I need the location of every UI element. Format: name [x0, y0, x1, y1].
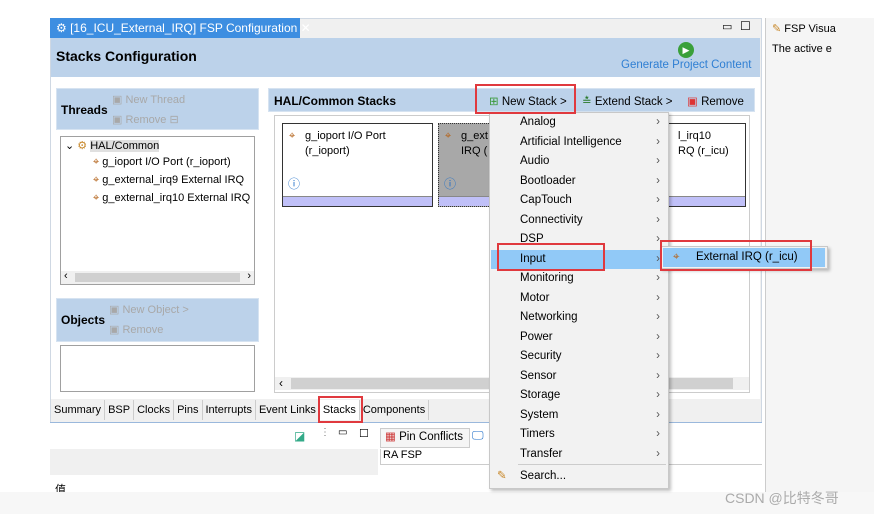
minimize-icon[interactable]: ▭: [722, 20, 732, 33]
tab-interrupts[interactable]: Interrupts: [202, 400, 256, 420]
new-stack-menu: Analog › Artificial Intelligence › Audio › Boo…: [489, 112, 669, 489]
chevron-down-icon: ⌄: [65, 140, 75, 152]
chevron-right-icon: ›: [656, 428, 660, 440]
chevron-right-icon: ›: [656, 272, 660, 284]
chevron-right-icon: ›: [656, 135, 660, 148]
annotation-new-stack: [475, 84, 576, 114]
tab-clocks[interactable]: Clocks: [134, 400, 175, 420]
menu-item-analog[interactable]: Analog ›: [491, 113, 668, 133]
tab-summary[interactable]: Summary: [51, 400, 106, 420]
annotation-input: [497, 243, 605, 271]
menu-item-security[interactable]: Security ›: [491, 347, 668, 367]
console-icon[interactable]: 🖵: [472, 428, 484, 443]
tree-item[interactable]: ⌖ g_external_irq9 External IRQ: [93, 174, 244, 187]
menu-item-captouch[interactable]: CapTouch ›: [491, 191, 668, 211]
objects-header: Objects ▣ New Object > ▣ Remove: [56, 298, 259, 342]
maximize-icon[interactable]: ☐: [740, 19, 751, 33]
menu-item-networking[interactable]: Networking ›: [491, 308, 668, 328]
module-icon: ⌖: [93, 174, 100, 186]
extend-stack-button[interactable]: ≛ Extend Stack >: [582, 94, 673, 108]
tree-item-hal-common[interactable]: ⌄ ⚙ HAL/Common: [65, 139, 160, 152]
chevron-right-icon: ›: [656, 213, 660, 226]
objects-list: [60, 345, 255, 392]
extend-icon: ≛: [582, 96, 592, 108]
chevron-right-icon: ›: [656, 155, 660, 167]
maximize-icon[interactable]: ☐: [359, 427, 369, 440]
properties-header: [50, 449, 378, 475]
remove-thread-button[interactable]: ▣ Remove ⊟: [112, 113, 179, 126]
stacks-config-header: Stacks Configuration ▶ Generate Project …: [51, 38, 760, 77]
tab-pin-conflicts[interactable]: ▦ Pin Conflicts: [380, 428, 470, 448]
info-icon: ⓘ: [288, 177, 301, 191]
chevron-right-icon: ›: [656, 116, 660, 128]
chevron-right-icon: ›: [656, 291, 660, 304]
menu-item-connectivity[interactable]: Connectivity ›: [491, 211, 668, 231]
close-icon[interactable]: ✕: [297, 21, 311, 35]
menu-item-system[interactable]: System ›: [491, 406, 668, 426]
tab-bsp[interactable]: BSP: [105, 400, 135, 420]
module-icon: ⌖: [93, 192, 100, 204]
menu-item-storage[interactable]: Storage ›: [491, 386, 668, 406]
chevron-right-icon: ›: [656, 330, 660, 343]
pin-conflicts-icon: ▦: [385, 431, 396, 443]
watermark: CSDN @比特冬哥: [725, 490, 839, 506]
search-icon: ✎: [497, 470, 507, 482]
tab-pins[interactable]: Pins: [174, 400, 203, 420]
menu-item-sensor[interactable]: Sensor ›: [491, 367, 668, 387]
annotation-stacks-tab: [318, 396, 363, 423]
chevron-right-icon: ›: [656, 408, 660, 421]
new-thread-button[interactable]: ▣ New Thread: [112, 93, 185, 106]
gear-icon: ⚙: [56, 21, 71, 35]
menu-item-motor[interactable]: Motor ›: [491, 289, 668, 309]
module-icon: ⌖: [445, 130, 452, 142]
threads-tree: ⌄ ⚙ HAL/Common ⌖ g_ioport I/O Port (r_io…: [60, 136, 255, 285]
menu-item-search[interactable]: ✎ Search...: [491, 467, 668, 487]
editor-tab[interactable]: ⚙ [16_ICU_External_IRQ] FSP Configuratio…: [50, 18, 311, 38]
chevron-right-icon: ›: [656, 311, 660, 323]
remove-object-button[interactable]: ▣ Remove: [109, 323, 163, 336]
chevron-right-icon: ›: [656, 389, 660, 401]
hal-icon: ⚙: [77, 140, 88, 152]
info-icon: ⓘ: [444, 177, 457, 191]
page-title: Stacks Configuration: [56, 48, 197, 64]
module-icon: ⌖: [289, 130, 296, 142]
remove-icon: ▣: [687, 96, 698, 108]
menu-item-monitoring[interactable]: Monitoring ›: [491, 269, 668, 289]
menu-item-artificial-intelligence[interactable]: Artificial Intelligence ›: [491, 133, 668, 153]
tab-components[interactable]: Components: [359, 400, 430, 420]
config-tabs: Summary BSP Clocks Pins Interrupts Event…: [51, 400, 430, 420]
new-window-icon[interactable]: ◪: [294, 429, 305, 443]
play-icon[interactable]: ▶: [678, 42, 694, 58]
module-icon: ⌖: [93, 156, 100, 168]
menu-item-bootloader[interactable]: Bootloader ›: [491, 172, 668, 192]
new-object-button[interactable]: ▣ New Object >: [109, 303, 189, 316]
minimize-icon[interactable]: ▭: [338, 427, 347, 438]
menu-item-audio[interactable]: Audio ›: [491, 152, 668, 172]
tab-event-links[interactable]: Event Links: [255, 400, 320, 420]
view-menu-icon[interactable]: ⋮: [320, 427, 330, 438]
annotation-external-irq: [660, 240, 812, 271]
generate-project-content-button[interactable]: Generate Project Content: [621, 59, 751, 71]
pencil-icon: ✎: [772, 23, 782, 35]
menu-item-power[interactable]: Power ›: [491, 328, 668, 348]
chevron-right-icon: ›: [656, 447, 660, 460]
chevron-right-icon: ›: [656, 194, 660, 206]
menu-item-timers[interactable]: Timers ›: [491, 425, 668, 445]
chevron-right-icon: ›: [656, 369, 660, 382]
chevron-right-icon: ›: [656, 350, 660, 362]
chevron-right-icon: ›: [656, 174, 660, 187]
threads-header: Threads ▣ New Thread ▣ Remove ⊟: [56, 88, 259, 130]
menu-item-transfer[interactable]: Transfer ›: [491, 445, 668, 465]
horizontal-scrollbar[interactable]: ‹ ›: [61, 270, 254, 284]
menu-separator: [518, 464, 666, 465]
tree-item[interactable]: ⌖ g_external_irq10 External IRQ: [93, 192, 250, 205]
remove-stack-button[interactable]: ▣ Remove: [687, 94, 744, 108]
tree-item[interactable]: ⌖ g_ioport I/O Port (r_ioport): [93, 156, 231, 169]
stack-card-ioport[interactable]: ⌖ g_ioport I/O Port (r_ioport) ⓘ: [282, 123, 433, 207]
